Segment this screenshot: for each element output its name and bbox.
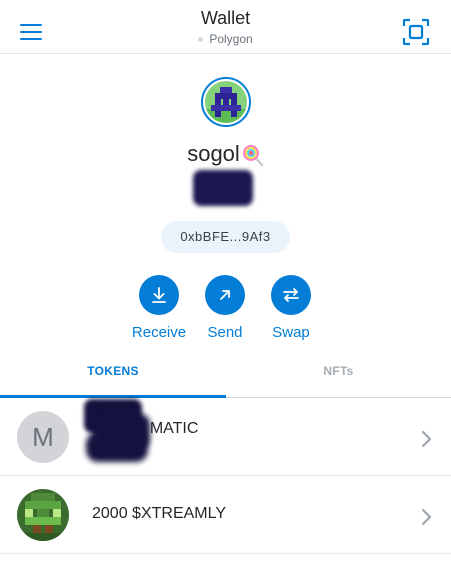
account-name-text: sogol [187, 141, 240, 166]
network-indicator[interactable]: Polygon [0, 32, 451, 46]
swap-circle [271, 275, 311, 315]
swap-label: Swap [272, 324, 310, 341]
tab-tokens[interactable]: TOKENS [0, 352, 226, 398]
chevron-right-icon [421, 430, 432, 448]
lollipop-emoji-icon [242, 145, 263, 167]
chevron-right-icon [421, 508, 432, 526]
swap-button[interactable]: Swap [251, 275, 331, 341]
arrow-up-right-icon [220, 290, 230, 300]
redacted-balance-fragment [86, 432, 148, 462]
arrow-down-icon [152, 287, 166, 303]
swap-icon [283, 288, 299, 302]
account-address-pill[interactable]: 0xbBFE...9Af3 [161, 221, 290, 253]
receive-circle [139, 275, 179, 315]
redacted-balance [193, 170, 253, 206]
tab-nfts[interactable]: NFTs [226, 352, 451, 398]
wallet-header: Wallet Polygon [0, 0, 451, 54]
xtreamly-pixel-icon [17, 489, 69, 541]
token-row-matic[interactable]: M 2 297 MATIC [0, 398, 451, 476]
asset-tabs: TOKENS NFTs [0, 352, 451, 398]
pixel-avatar-icon [205, 81, 247, 123]
token-row-xtreamly[interactable]: 2000 $XTREAMLY [0, 476, 451, 554]
account-avatar[interactable] [201, 77, 251, 127]
send-circle [205, 275, 245, 315]
account-name[interactable]: sogol [0, 141, 451, 167]
scan-qr-icon[interactable] [402, 18, 430, 46]
token-balance: 2000 $XTREAMLY [92, 505, 226, 522]
page-title: Wallet [200, 8, 251, 28]
network-status-dot [198, 37, 204, 43]
network-name: Polygon [209, 32, 253, 46]
matic-letter-icon: M [17, 411, 69, 463]
